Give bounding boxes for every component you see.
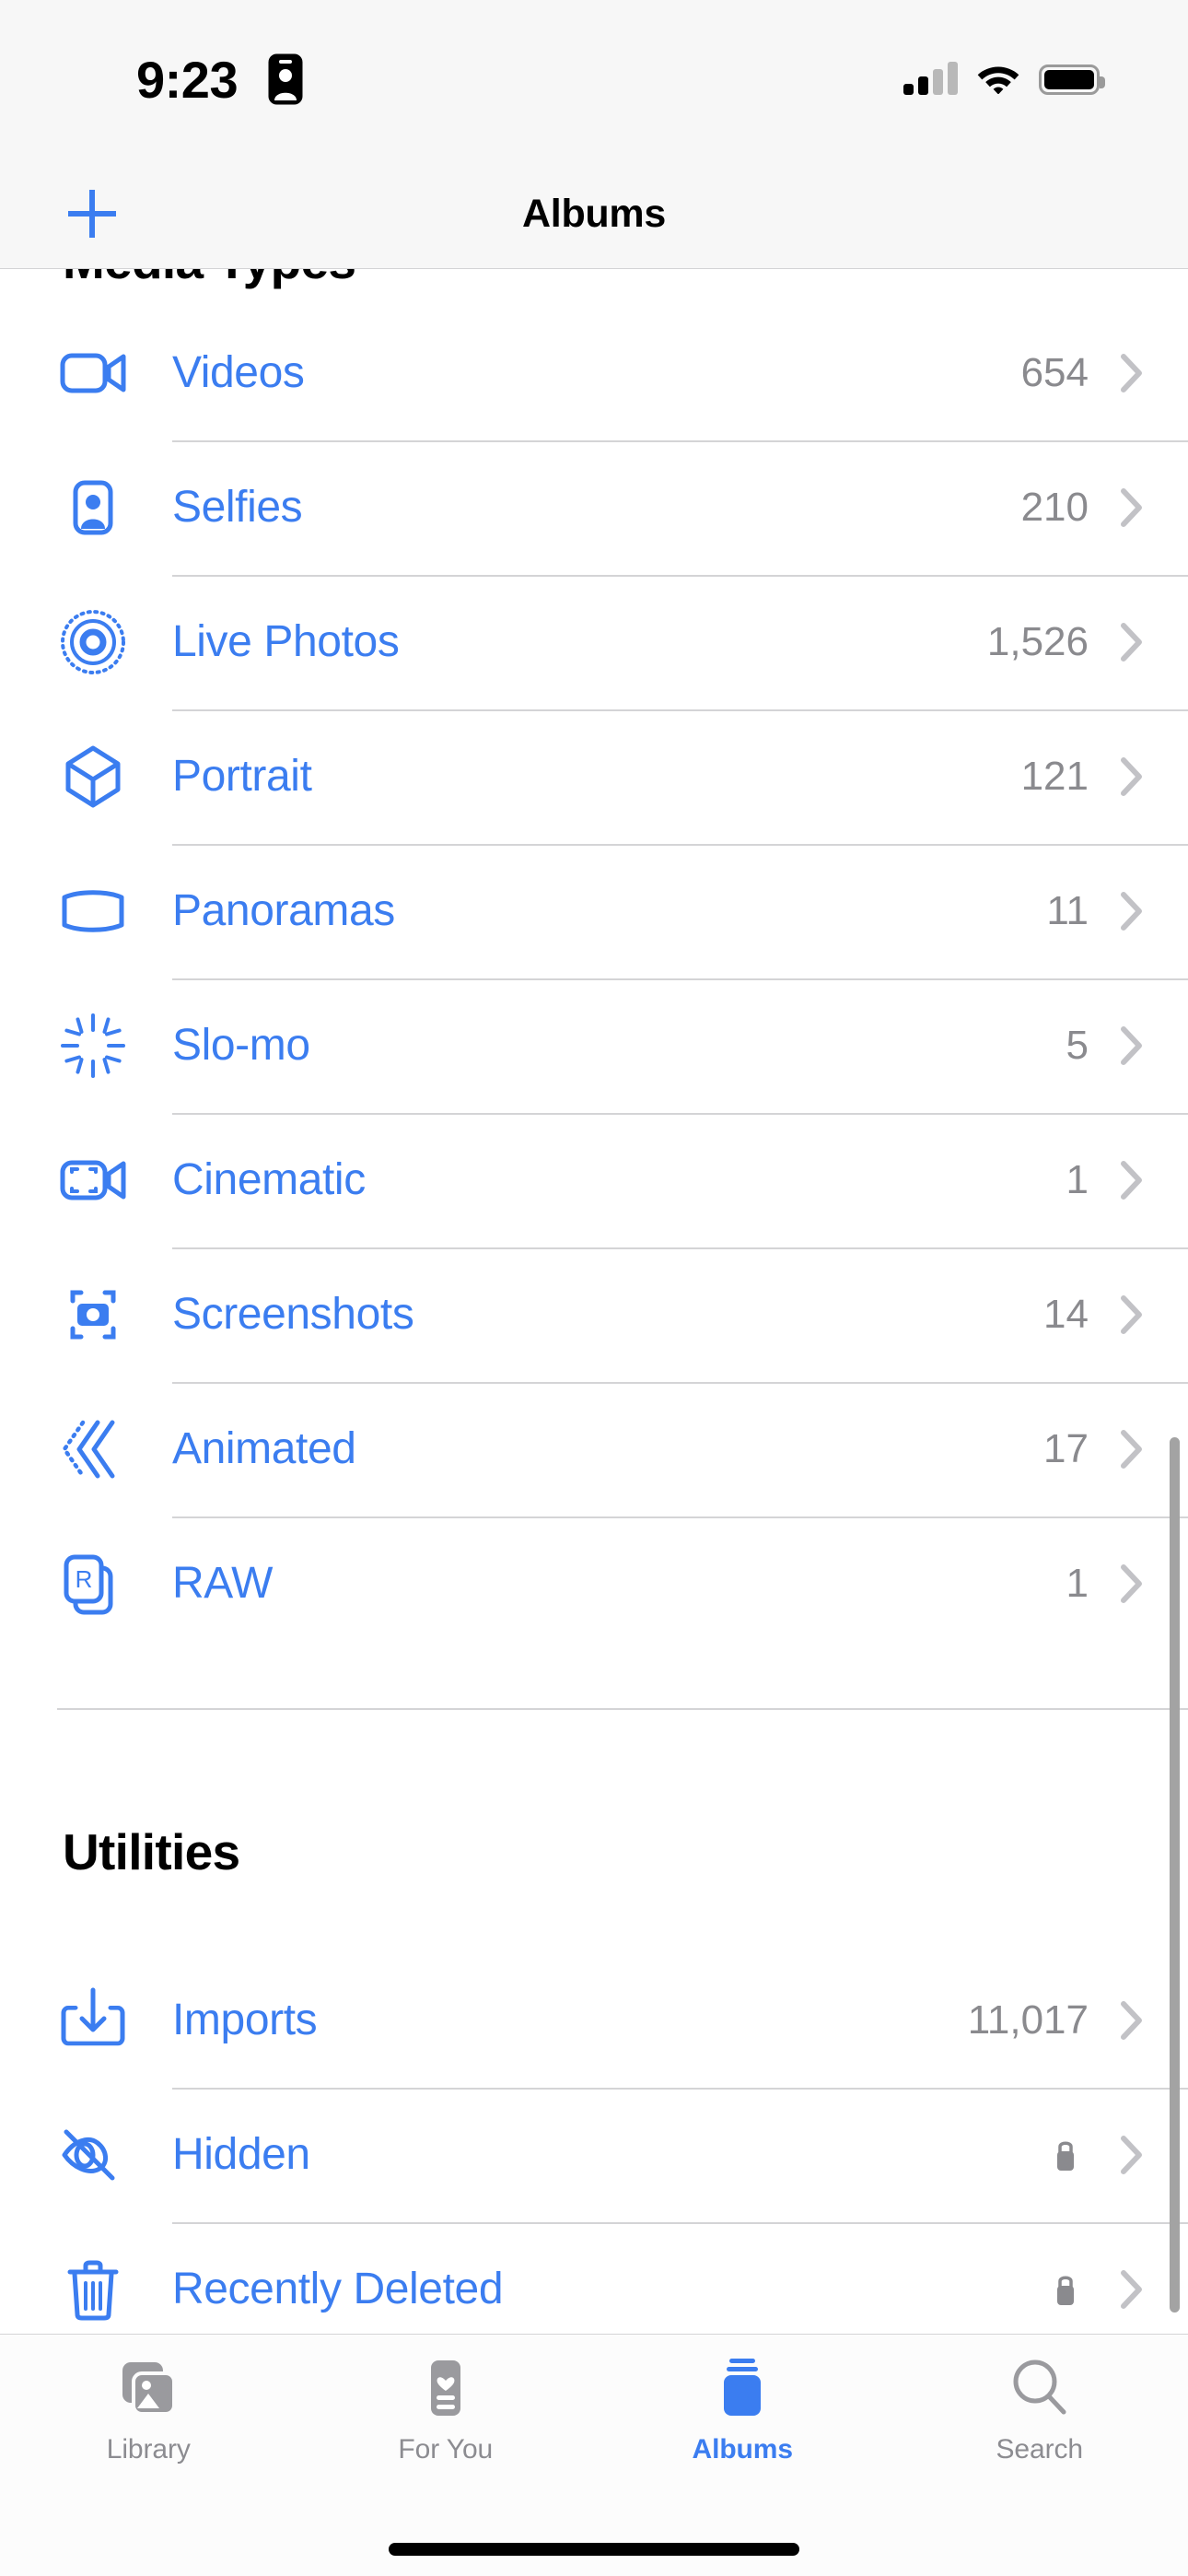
magnifier-icon [1007, 2355, 1073, 2421]
album-row-live-photos[interactable]: Live Photos 1,526 [0, 575, 1188, 709]
chevron-right-icon [1120, 1160, 1144, 1200]
album-label: Slo-mo [172, 1021, 310, 1070]
album-row-imports[interactable]: Imports 11,017 [0, 1953, 1188, 2088]
album-label: Panoramas [172, 886, 395, 935]
status-bar-time: 9:23 [136, 51, 239, 109]
album-count: 11 [1046, 888, 1089, 933]
wifi-icon [976, 61, 1020, 99]
albums-scroll-view[interactable]: Media Types Videos 654 [0, 269, 1188, 2334]
chevron-right-icon [1120, 2135, 1144, 2175]
lock-icon [1052, 2137, 1079, 2173]
album-row-panoramas[interactable]: Panoramas 11 [0, 844, 1188, 978]
album-label: Selfies [172, 483, 303, 532]
album-label: Screenshots [172, 1290, 414, 1339]
chevron-right-icon [1120, 756, 1144, 797]
chevron-right-icon [1120, 1429, 1144, 1469]
status-bar-indicators [903, 55, 1105, 103]
album-row-cinematic[interactable]: Cinematic 1 [0, 1113, 1188, 1247]
album-count: 5 [1066, 1023, 1089, 1068]
chevron-right-icon [1120, 2000, 1144, 2041]
tab-label: For You [398, 2434, 494, 2465]
album-count: 11,017 [967, 1997, 1089, 2043]
raw-file-icon: R [57, 1548, 129, 1620]
chevron-right-icon [1120, 1563, 1144, 1604]
home-indicator [389, 2543, 799, 2556]
trash-icon [57, 2254, 129, 2325]
album-label: Live Photos [172, 617, 400, 666]
scroll-indicator[interactable] [1170, 1437, 1180, 2313]
album-label: Cinematic [172, 1155, 366, 1204]
chevron-right-icon [1120, 891, 1144, 931]
photos-app-screen: 9:23 Albums Videos 654 Selfies 210 Live … [0, 0, 1188, 2576]
chevron-right-icon [1120, 353, 1144, 393]
album-row-hidden[interactable]: Hidden [0, 2088, 1188, 2222]
album-label: RAW [172, 1559, 274, 1608]
chevron-right-icon [1120, 622, 1144, 662]
album-count: 1 [1066, 1561, 1089, 1606]
album-row-slo-mo[interactable]: Slo-mo 5 [0, 978, 1188, 1113]
lock-icon [1052, 2271, 1079, 2308]
album-row-selfies[interactable]: Selfies 210 [0, 440, 1188, 575]
tab-label: Albums [692, 2434, 794, 2465]
album-count: 210 [1020, 485, 1089, 530]
tab-bar: Library For You Albums Search [0, 2334, 1188, 2576]
page-title: Albums [522, 191, 666, 236]
tab-label: Library [106, 2434, 191, 2465]
cinematic-video-icon [57, 1144, 129, 1216]
album-label: Portrait [172, 752, 312, 801]
album-row-videos[interactable]: Videos 654 [0, 306, 1188, 440]
album-count: 1,526 [986, 619, 1089, 664]
svg-text:R: R [76, 1565, 93, 1593]
album-count: 17 [1043, 1426, 1089, 1471]
eye-slash-icon [57, 2119, 129, 2191]
album-count: 654 [1020, 350, 1089, 395]
slow-motion-icon [57, 1010, 129, 1082]
import-download-icon [57, 1985, 129, 2056]
panorama-icon [57, 875, 129, 947]
battery-full-icon [1039, 64, 1105, 95]
album-label: Animated [172, 1424, 356, 1473]
person-in-frame-icon [57, 472, 129, 544]
contact-card-icon [267, 53, 304, 106]
album-row-recently-deleted[interactable]: Recently Deleted [0, 2222, 1188, 2334]
for-you-card-icon [413, 2355, 479, 2421]
album-count: 1 [1066, 1157, 1089, 1202]
photo-stack-icon [115, 2355, 181, 2421]
section-header-utilities: Utilities [63, 1823, 240, 1880]
album-label: Imports [172, 1996, 318, 2044]
screenshot-camera-icon [57, 1279, 129, 1351]
chevron-right-icon [1120, 1294, 1144, 1335]
album-label: Recently Deleted [172, 2265, 504, 2313]
album-row-screenshots[interactable]: Screenshots 14 [0, 1247, 1188, 1382]
album-count: 121 [1020, 754, 1089, 799]
album-row-portrait[interactable]: Portrait 121 [0, 709, 1188, 844]
chevron-right-icon [1120, 2269, 1144, 2310]
status-bar: 9:23 [0, 0, 1188, 158]
section-header-media-types: Media Types [63, 269, 356, 291]
tab-library[interactable]: Library [0, 2335, 297, 2500]
video-camera-icon [57, 337, 129, 409]
chevron-right-icon [1120, 487, 1144, 528]
tab-search[interactable]: Search [891, 2335, 1188, 2500]
album-row-raw[interactable]: R RAW 1 [0, 1516, 1188, 1651]
live-photo-icon [57, 606, 129, 678]
cube-icon [57, 741, 129, 813]
cellular-signal-icon [903, 62, 958, 95]
animated-chevrons-icon [57, 1413, 129, 1485]
tab-albums[interactable]: Albums [594, 2335, 891, 2500]
tab-for-you[interactable]: For You [297, 2335, 595, 2500]
album-row-animated[interactable]: Animated 17 [0, 1382, 1188, 1516]
tab-label: Search [996, 2434, 1084, 2465]
section-divider [57, 1708, 1188, 1710]
navigation-bar: Albums [0, 158, 1188, 269]
chevron-right-icon [1120, 1025, 1144, 1066]
albums-book-icon [709, 2355, 775, 2421]
album-label: Hidden [172, 2130, 310, 2179]
album-count: 14 [1043, 1292, 1089, 1337]
album-label: Videos [172, 348, 305, 397]
